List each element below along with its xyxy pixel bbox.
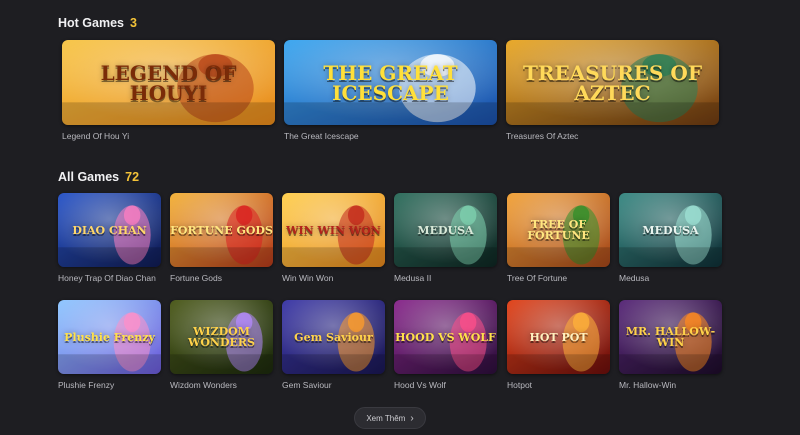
gem-hero-art: Gem Saviour [282,300,385,374]
game-card-fortune-gods[interactable]: FORTUNE GODS Fortune Gods [170,193,273,283]
game-logo: Plushie Frenzy [64,330,155,344]
fortune-tree-art: TREE OF FORTUNE [507,193,610,267]
game-logo: MEDUSA [642,223,699,237]
game-card-gem-saviour[interactable]: Gem Saviour Gem Saviour [282,300,385,390]
plush-toy-art: Plushie Frenzy [58,300,161,374]
game-card-win-win-won[interactable]: WIN WIN WON Win Win Won [282,193,385,283]
game-card-medusa[interactable]: MEDUSA Medusa [619,193,722,283]
game-title: Treasures Of Aztec [506,131,579,141]
diao-chan-art: DIAO CHAN [58,193,161,267]
game-card-plushie-frenzy[interactable]: Plushie Frenzy Plushie Frenzy [58,300,161,390]
game-title: Tree Of Fortune [507,273,568,283]
penguin-art: THE GREAT ICESCAPE [284,40,497,125]
wizard-art: WIZDOM WONDERS [170,300,273,374]
game-title: Win Win Won [282,273,334,283]
hot-games-count: 3 [130,16,137,30]
game-card-legend-of-hou-yi[interactable]: LEGEND OF HOUYI Legend Of Hou Yi [62,40,275,141]
pumpkin-art: MR. HALLOW-WIN [619,300,722,374]
game-logo: Gem Saviour [294,330,373,344]
game-card-medusa-ii[interactable]: MEDUSA Medusa II [394,193,497,283]
fortune-gods-art: FORTUNE GODS [170,193,273,267]
game-card-hotpot[interactable]: HOT POT Hotpot [507,300,610,390]
game-logo: TREE OF FORTUNE [527,218,590,242]
game-card-tree-of-fortune[interactable]: TREE OF FORTUNE Tree Of Fortune [507,193,610,283]
hot-games-title: Hot Games 3 [58,16,137,30]
chevron-right-icon: › [410,412,414,424]
game-title: Gem Saviour [282,380,332,390]
game-title: Wizdom Wonders [170,380,237,390]
game-title: Medusa II [394,273,432,283]
game-logo: MR. HALLOW-WIN [625,325,716,349]
game-logo: MEDUSA [417,223,474,237]
load-more-label: Xem Thêm [366,413,406,423]
game-logo: WIN WIN WON [286,223,381,237]
game-card-the-great-icescape[interactable]: THE GREAT ICESCAPE The Great Icescape [284,40,497,141]
hotpot-art: HOT POT [507,300,610,374]
game-title: Hotpot [507,380,533,390]
game-card-hood-vs-wolf[interactable]: HOOD VS WOLF Hood Vs Wolf [394,300,497,390]
game-logo: LEGEND OF HOUYI [100,60,237,105]
game-card-treasures-of-aztec[interactable]: TREASURES OF AZTEC Treasures Of Aztec [506,40,719,141]
game-logo: FORTUNE GODS [170,223,273,237]
game-logo: HOT POT [529,330,588,344]
game-title: Legend Of Hou Yi [62,131,130,141]
load-more-button[interactable]: Xem Thêm › [354,407,426,429]
medusa-art: MEDUSA [619,193,722,267]
game-logo: DIAO CHAN [72,223,147,237]
aztec-queen-art: TREASURES OF AZTEC [506,40,719,125]
all-games-title: All Games 72 [58,170,139,184]
game-title: Honey Trap Of Diao Chan [58,273,156,283]
wolf-art: HOOD VS WOLF [394,300,497,374]
game-title: Fortune Gods [170,273,222,283]
archer-hero-art: LEGEND OF HOUYI [62,40,275,125]
game-logo: THE GREAT ICESCAPE [323,60,458,105]
all-games-label: All Games [58,170,120,184]
game-card-honey-trap-of-diao-chan[interactable]: DIAO CHAN Honey Trap Of Diao Chan [58,193,161,283]
game-card-mr-hallow-win[interactable]: MR. HALLOW-WIN Mr. Hallow-Win [619,300,722,390]
game-title: Plushie Frenzy [58,380,115,390]
game-logo: HOOD VS WOLF [395,330,496,344]
shiba-dog-art: WIN WIN WON [282,193,385,267]
game-logo: WIZDOM WONDERS [188,325,255,349]
all-games-count: 72 [125,170,140,184]
game-card-wizdom-wonders[interactable]: WIZDOM WONDERS Wizdom Wonders [170,300,273,390]
hot-games-label: Hot Games [58,16,124,30]
game-title: Mr. Hallow-Win [619,380,677,390]
game-title: Medusa [619,273,650,283]
game-logo: TREASURES OF AZTEC [522,60,703,105]
game-title: Hood Vs Wolf [394,380,446,390]
game-title: The Great Icescape [284,131,359,141]
medusa-art: MEDUSA [394,193,497,267]
